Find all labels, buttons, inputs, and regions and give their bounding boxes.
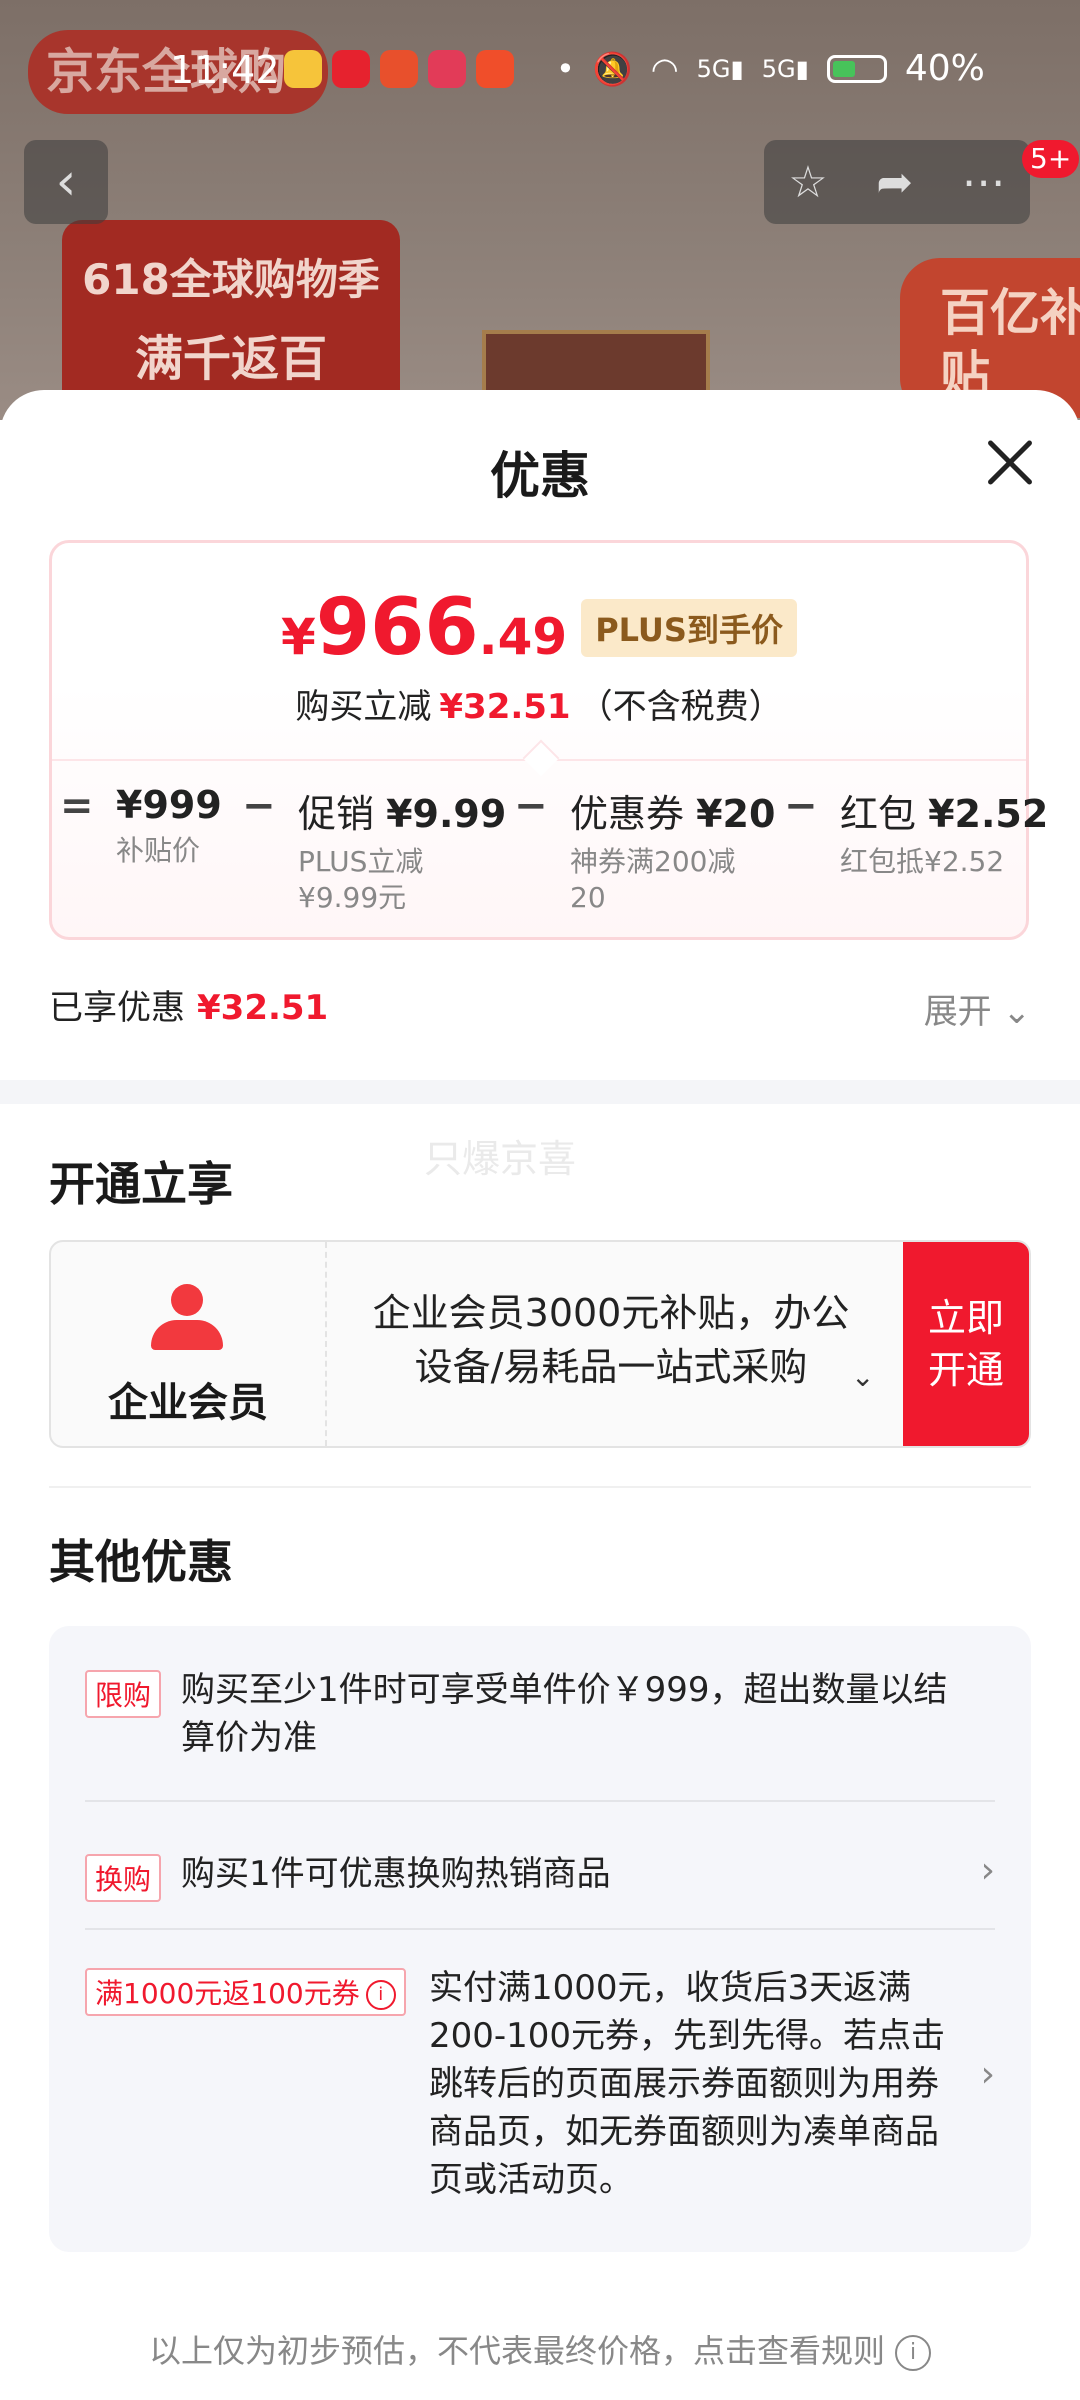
- more-icon[interactable]: ⋯: [962, 157, 1006, 208]
- membership-section-title: 开通立享: [49, 1157, 233, 1211]
- chevron-down-icon[interactable]: ⌄: [851, 1360, 874, 1393]
- mute-bell-icon: 🔕: [592, 49, 633, 88]
- offer-text: 实付满1000元，收货后3天返满200-100元券，先到先得。若点击跳转后的页面…: [429, 1968, 946, 2200]
- chevron-left-icon: ‹: [55, 152, 77, 212]
- divider: [85, 1800, 995, 1802]
- divider: [49, 1486, 1031, 1488]
- reduce-row: 购买立减 ¥32.51 （不含税费）: [295, 687, 783, 727]
- promo-line1: 618全球购物季: [82, 255, 380, 304]
- app-icon: [332, 50, 370, 88]
- offer-item-rebate[interactable]: 满1000元返100元券 i 实付满1000元，收货后3天返满200-100元券，…: [85, 1964, 995, 2204]
- wifi-icon: ◠: [650, 49, 679, 88]
- breakdown-item: 促销 ¥9.99 PLUS立减¥9.99元: [298, 792, 507, 914]
- offer-item-exchange[interactable]: 换购 购买1件可优惠换购热销商品 ›: [85, 1850, 995, 1910]
- saved-discount: 已享优惠 ¥32.51: [49, 988, 329, 1028]
- other-offers-title: 其他优惠: [49, 1535, 233, 1589]
- close-icon[interactable]: [974, 426, 1046, 498]
- minus-sign: −: [242, 783, 276, 829]
- caret-up-icon: [522, 739, 560, 777]
- status-time: 11:42: [170, 48, 280, 92]
- battery-icon: [826, 54, 887, 83]
- app-icon: [476, 50, 514, 88]
- share-icon[interactable]: ➦: [876, 157, 913, 208]
- app-icon: [380, 50, 418, 88]
- footer-note[interactable]: 以上仅为初步预估，不代表最终价格，点击查看规则 i: [0, 2326, 1080, 2372]
- signal-icon: 5G▮: [761, 54, 809, 83]
- membership-description: 企业会员3000元补贴，办公设备/易耗品一站式采购: [372, 1291, 850, 1389]
- sheet-title: 优惠: [490, 447, 590, 505]
- meituan-icon: [284, 50, 322, 88]
- offer-text: 购买至少1件时可享受单件价￥999，超出数量以结算价为准: [181, 1670, 948, 1758]
- price-card: ¥966.49 PLUS到手价 购买立减 ¥32.51 （不含税费） = ¥999 补…: [49, 540, 1048, 940]
- breakdown-item: 红包 ¥2.52 红包抵¥2.52: [840, 792, 1049, 878]
- offer-tag: 满1000元返100元券 i: [85, 1968, 406, 2016]
- plus-price-tag: PLUS到手价: [581, 599, 797, 657]
- other-offers-panel: 限购 购买至少1件时可享受单件价￥999，超出数量以结算价为准 换购 购买1件可…: [49, 1626, 1031, 2252]
- status-bar: 11:42 • 🔕 ◠ 5G▮ 5G▮ 40%: [0, 0, 1080, 140]
- star-icon[interactable]: ☆: [788, 157, 827, 208]
- minus-sign: −: [784, 783, 818, 829]
- open-membership-button[interactable]: 立即 开通: [903, 1242, 1029, 1446]
- nav-actions: ☆ ➦ ⋯: [764, 140, 1030, 224]
- offer-tag: 换购: [85, 1854, 162, 1902]
- membership-badge: 企业会员: [51, 1242, 327, 1446]
- chevron-right-icon: ›: [980, 2054, 995, 2095]
- battery-percent: 40%: [904, 48, 985, 89]
- signal-icon: 5G▮: [696, 54, 744, 83]
- promo-line2: 满千返百: [134, 331, 327, 387]
- app-icon: [428, 50, 466, 88]
- back-button[interactable]: ‹: [24, 140, 108, 224]
- membership-card[interactable]: 企业会员 企业会员3000元补贴，办公设备/易耗品一站式采购 ⌄ 立即 开通: [49, 1240, 1031, 1448]
- divider: [85, 1928, 995, 1930]
- offer-text: 购买1件可优惠换购热销商品: [181, 1854, 611, 1894]
- breakdown-item: 优惠券 ¥20 神券满200减20: [570, 792, 776, 914]
- dot-icon: •: [556, 49, 575, 88]
- section-separator: [0, 1080, 1080, 1104]
- price-breakdown: = ¥999 补贴价 − 促销 ¥9.99 PLUS立减¥9.99元 − 优惠券…: [52, 783, 1048, 923]
- equals-sign: =: [60, 783, 94, 829]
- info-icon[interactable]: i: [365, 1980, 396, 2010]
- final-price-row: ¥966.49 PLUS到手价: [52, 583, 1026, 673]
- expand-button[interactable]: 展开 ⌄: [924, 984, 1031, 1033]
- final-price: ¥966.49: [281, 583, 568, 673]
- breakdown-item: ¥999 补贴价: [116, 783, 222, 867]
- person-icon: [151, 1284, 223, 1356]
- info-icon: i: [895, 2335, 931, 2371]
- offer-tag: 限购: [85, 1670, 162, 1718]
- watermark: 只爆京喜: [424, 1137, 577, 1181]
- membership-name: 企业会员: [108, 1380, 268, 1426]
- system-icons: • 🔕 ◠ 5G▮ 5G▮ 40%: [556, 48, 985, 89]
- message-badge: 5+: [1022, 140, 1080, 178]
- chevron-down-icon: ⌄: [1002, 992, 1032, 1032]
- notification-icons: [284, 50, 514, 88]
- discount-sheet: 优惠 ¥966.49 PLUS到手价 购买立减 ¥32.51 （不含税费） = ¥99…: [0, 390, 1080, 2400]
- minus-sign: −: [514, 783, 548, 829]
- chevron-right-icon: ›: [980, 1850, 995, 1891]
